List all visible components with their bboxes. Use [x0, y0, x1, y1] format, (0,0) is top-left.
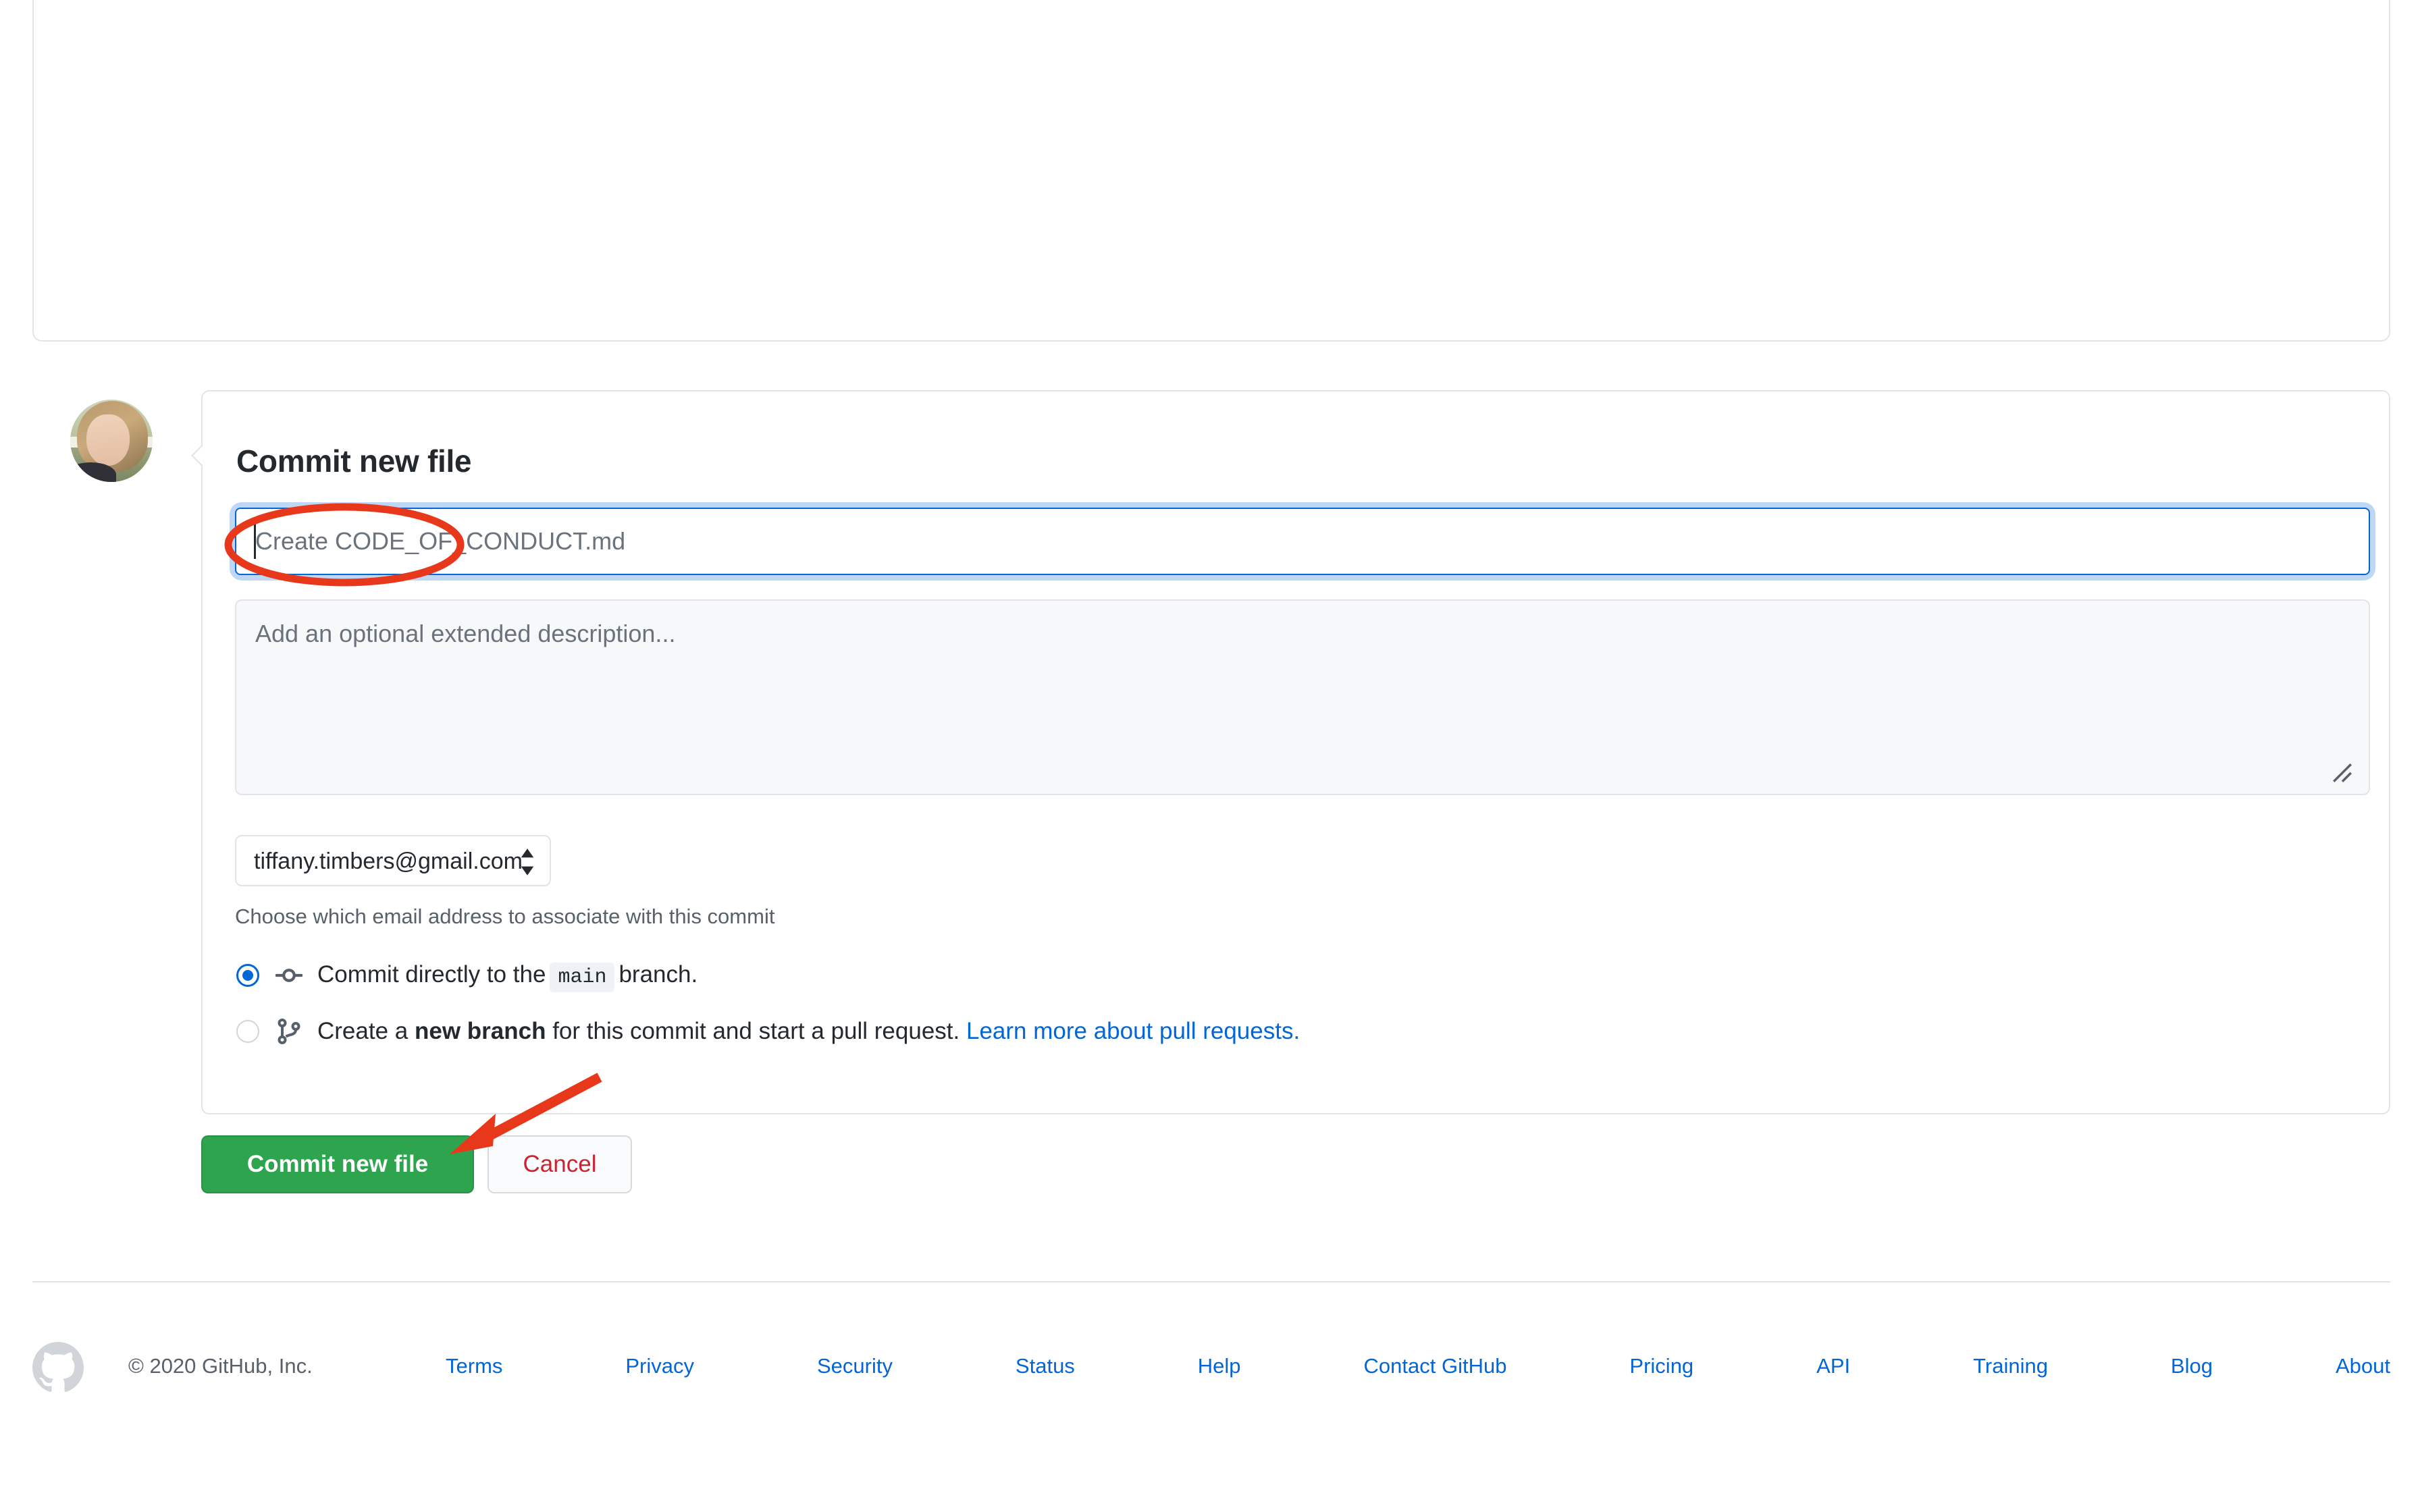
create-new-branch-label: Create a new branch for this commit and … [317, 1018, 1300, 1045]
cancel-button[interactable]: Cancel [488, 1135, 632, 1193]
commit-title-input[interactable] [235, 508, 2370, 575]
git-branch-icon [278, 1019, 300, 1044]
footer-link-privacy[interactable]: Privacy [625, 1354, 694, 1378]
footer-link-help[interactable]: Help [1198, 1354, 1241, 1378]
radio-row-create-new-branch[interactable]: Create a new branch for this commit and … [236, 1018, 1300, 1045]
branch-name-badge: main [550, 963, 615, 992]
new-branch-emphasis: new branch [414, 1018, 546, 1044]
text-caret [254, 524, 256, 559]
commit-directly-label: Commit directly to the main branch. [317, 961, 698, 992]
commit-email-value: tiffany.timbers@gmail.com [254, 848, 523, 874]
bubble-notch-fill [193, 444, 205, 467]
commit-email-help: Choose which email address to associate … [235, 905, 775, 928]
footer-link-status[interactable]: Status [1016, 1354, 1075, 1378]
footer-link-terms[interactable]: Terms [446, 1354, 502, 1378]
new-branch-text-after: for this commit and start a pull request… [552, 1018, 960, 1044]
footer-link-contact-github[interactable]: Contact GitHub [1364, 1354, 1507, 1378]
page-title: Commit new file [236, 443, 472, 479]
chevron-updown-icon [521, 848, 534, 875]
file-editor-panel[interactable] [32, 0, 2390, 342]
footer-link-security[interactable]: Security [817, 1354, 893, 1378]
commit-directly-text-before: Commit directly to the [317, 961, 546, 988]
github-mark-icon [32, 1342, 84, 1393]
footer-link-about[interactable]: About [2336, 1354, 2390, 1378]
radio-row-commit-directly[interactable]: Commit directly to the main branch. [236, 961, 698, 992]
avatar [70, 400, 153, 482]
new-branch-text-before: Create a [317, 1018, 409, 1044]
page-root: Commit new file tiffany.timbers@gmail.co… [0, 0, 2420, 1512]
footer-link-blog[interactable]: Blog [2171, 1354, 2213, 1378]
footer: © 2020 GitHub, Inc. Terms Privacy Securi… [0, 1342, 2420, 1423]
radio-commit-directly[interactable] [236, 963, 259, 987]
commit-title-field-wrapper [235, 508, 2370, 575]
footer-link-pricing[interactable]: Pricing [1629, 1354, 1693, 1378]
radio-create-new-branch[interactable] [236, 1020, 259, 1043]
commit-email-select[interactable]: tiffany.timbers@gmail.com [235, 835, 551, 886]
git-commit-icon [275, 968, 302, 982]
commit-description-textarea[interactable] [235, 599, 2370, 795]
footer-link-api[interactable]: API [1816, 1354, 1850, 1378]
footer-link-training[interactable]: Training [1973, 1354, 2048, 1378]
footer-divider [32, 1281, 2390, 1282]
pull-requests-learn-more-link[interactable]: Learn more about pull requests. [966, 1018, 1300, 1044]
footer-copyright: © 2020 GitHub, Inc. [128, 1354, 313, 1378]
footer-links: Terms Privacy Security Status Help Conta… [446, 1354, 2390, 1378]
commit-new-file-button[interactable]: Commit new file [201, 1135, 474, 1193]
avatar-face [86, 414, 130, 466]
commit-directly-text-after: branch. [619, 961, 698, 988]
